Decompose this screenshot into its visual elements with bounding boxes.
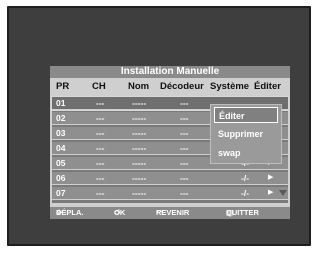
cell-pr: 01 (56, 98, 66, 108)
cell-nom: ----- (132, 113, 147, 123)
edit-popup-menu: Éditer Supprimer swap (210, 104, 282, 164)
column-header-ch: CH (92, 81, 106, 92)
cell-ch: --- (96, 113, 105, 123)
cell-decodeur: --- (180, 128, 189, 138)
scroll-down-icon[interactable] (279, 190, 287, 196)
menu-item-swap[interactable]: swap (214, 145, 278, 161)
cell-ch: --- (96, 188, 105, 198)
cell-decodeur: --- (180, 188, 189, 198)
menu-item-supprimer[interactable]: Supprimer (214, 126, 278, 142)
table-row[interactable]: 06 --- ----- --- -/- ▶ (52, 172, 288, 185)
cell-decodeur: --- (180, 173, 189, 183)
tv-screen: Installation Manuelle PR CH Nom Décodeur… (7, 6, 311, 246)
cell-nom: ----- (132, 143, 147, 153)
cell-pr: 05 (56, 158, 66, 168)
cell-decodeur: --- (180, 158, 189, 168)
column-header-pr: PR (56, 81, 70, 92)
column-header-decodeur: Décodeur (160, 81, 204, 92)
cell-ch: --- (96, 158, 105, 168)
cell-nom: ----- (132, 173, 147, 183)
footer-hints: ✥ DÉPLA. ⏎ OK ↶ REVENIR ▥ QUITTER (50, 207, 290, 219)
cell-decodeur: --- (180, 143, 189, 153)
cell-systeme: -/- (241, 173, 250, 183)
cell-pr: 07 (56, 188, 66, 198)
cell-ch: --- (96, 98, 105, 108)
osd-panel: Installation Manuelle PR CH Nom Décodeur… (50, 66, 290, 219)
page-title: Installation Manuelle (50, 66, 290, 78)
cell-pr: 04 (56, 143, 66, 153)
arrow-right-icon[interactable]: ▶ (268, 172, 273, 184)
cell-systeme: -/- (241, 188, 250, 198)
cell-pr: 06 (56, 173, 66, 183)
column-header-editer: Éditer (254, 81, 281, 92)
table-header: PR CH Nom Décodeur Système Éditer (50, 80, 290, 94)
column-header-nom: Nom (128, 81, 150, 92)
menu-item-editer[interactable]: Éditer (214, 107, 278, 123)
arrow-right-icon[interactable]: ▶ (268, 187, 273, 199)
cell-nom: ----- (132, 98, 147, 108)
cell-pr: 02 (56, 113, 66, 123)
cell-ch: --- (96, 143, 105, 153)
cell-ch: --- (96, 128, 105, 138)
cell-nom: ----- (132, 158, 147, 168)
cell-nom: ----- (132, 128, 147, 138)
column-header-systeme: Système (210, 81, 250, 92)
cell-decodeur: --- (180, 113, 189, 123)
table-row[interactable]: 07 --- ----- --- -/- ▶ (52, 187, 288, 200)
cell-pr: 03 (56, 128, 66, 138)
cell-ch: --- (96, 173, 105, 183)
cell-decodeur: --- (180, 98, 189, 108)
cell-nom: ----- (132, 188, 147, 198)
